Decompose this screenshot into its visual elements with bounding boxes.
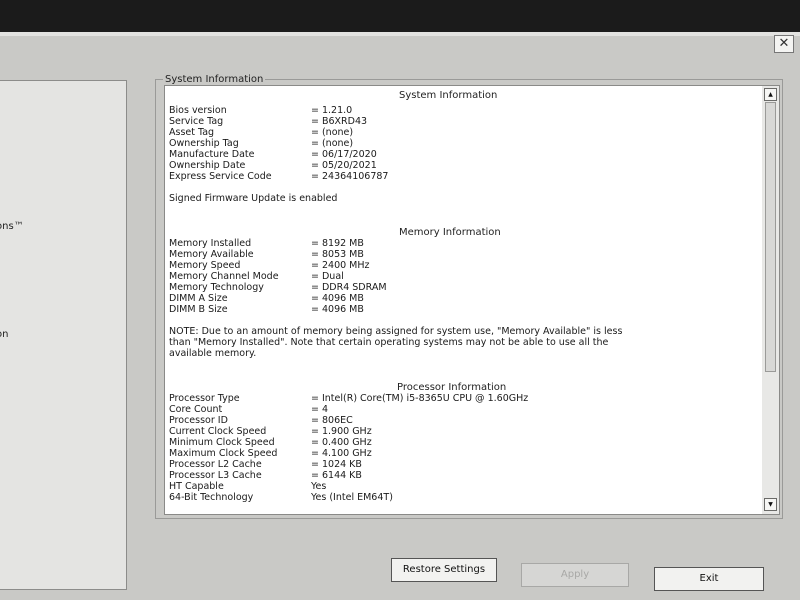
firmware-update-status: Signed Firmware Update is enabled bbox=[169, 193, 338, 204]
tree-item-partial-2[interactable]: on bbox=[0, 329, 8, 340]
window-top-border bbox=[0, 32, 800, 36]
restore-settings-button[interactable]: Restore Settings bbox=[391, 558, 497, 582]
memory-note-line: available memory. bbox=[169, 348, 257, 359]
scrollbar-thumb[interactable] bbox=[765, 102, 776, 372]
exit-button[interactable]: Exit bbox=[654, 567, 764, 591]
scroll-down-icon[interactable]: ▼ bbox=[764, 498, 777, 511]
memory-info-heading: Memory Information bbox=[399, 227, 501, 238]
memory-note-line: NOTE: Due to an amount of memory being a… bbox=[169, 326, 623, 337]
bios-setup-window: ✕ ons™ on System Information System Info… bbox=[0, 32, 800, 600]
system-info-panel: System Information Bios version = 1.21.0 … bbox=[164, 85, 764, 515]
memory-note-line: than "Memory Installed". Note that certa… bbox=[169, 337, 609, 348]
close-icon[interactable]: ✕ bbox=[774, 35, 794, 53]
processor-info-heading: Processor Information bbox=[397, 382, 507, 393]
group-title: System Information bbox=[163, 74, 266, 85]
apply-button[interactable]: Apply bbox=[521, 563, 629, 587]
vertical-scrollbar[interactable]: ▲ ▼ bbox=[762, 85, 780, 515]
system-info-heading: System Information bbox=[399, 90, 498, 101]
scroll-up-icon[interactable]: ▲ bbox=[764, 88, 777, 101]
settings-tree-pane[interactable]: ons™ on bbox=[0, 80, 127, 590]
tree-item-partial-1[interactable]: ons™ bbox=[0, 221, 24, 232]
